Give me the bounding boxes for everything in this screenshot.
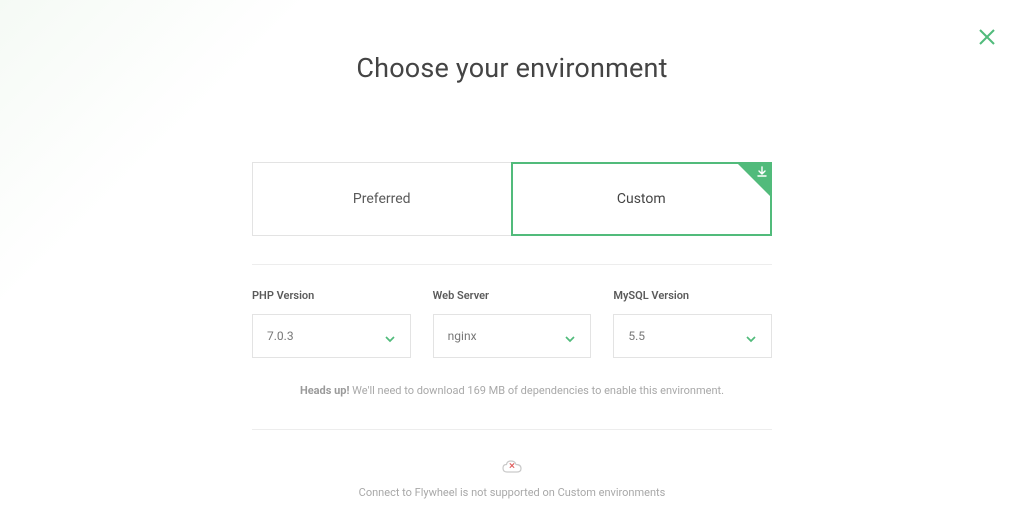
close-icon [978,31,996,50]
tab-custom-label: Custom [617,191,666,207]
divider [252,264,772,265]
close-button[interactable] [978,28,996,46]
tab-custom[interactable]: Custom [511,162,773,236]
php-control: PHP Version 7.0.3 [252,289,411,358]
cloud-section: ✕ Connect to Flywheel is not supported o… [252,430,772,499]
heads-up-text: We'll need to download 169 MB of depende… [349,384,724,397]
php-label: PHP Version [252,289,411,302]
environment-tabs: Preferred Custom [252,162,772,236]
webserver-select[interactable]: nginx [433,314,592,358]
php-value: 7.0.3 [267,329,294,343]
cloud-notice-text: Connect to Flywheel is not supported on … [252,486,772,499]
controls-row: PHP Version 7.0.3 Web Server nginx [252,289,772,358]
webserver-value: nginx [448,329,477,343]
tab-preferred-label: Preferred [353,191,411,207]
mysql-label: MySQL Version [613,289,772,302]
php-select[interactable]: 7.0.3 [252,314,411,358]
x-icon: ✕ [509,462,516,471]
heads-up-notice: Heads up! We'll need to download 169 MB … [252,384,772,397]
chevron-down-icon [384,330,396,342]
mysql-select[interactable]: 5.5 [613,314,772,358]
webserver-label: Web Server [433,289,592,302]
mysql-value: 5.5 [628,329,645,343]
tab-preferred[interactable]: Preferred [252,162,511,236]
heads-up-bold: Heads up! [300,384,350,397]
download-badge [738,164,770,196]
webserver-control: Web Server nginx [433,289,592,358]
chevron-down-icon [564,330,576,342]
page-title: Choose your environment [252,52,772,84]
cloud-error-icon: ✕ [501,458,523,476]
download-icon [756,166,768,178]
mysql-control: MySQL Version 5.5 [613,289,772,358]
chevron-down-icon [745,330,757,342]
